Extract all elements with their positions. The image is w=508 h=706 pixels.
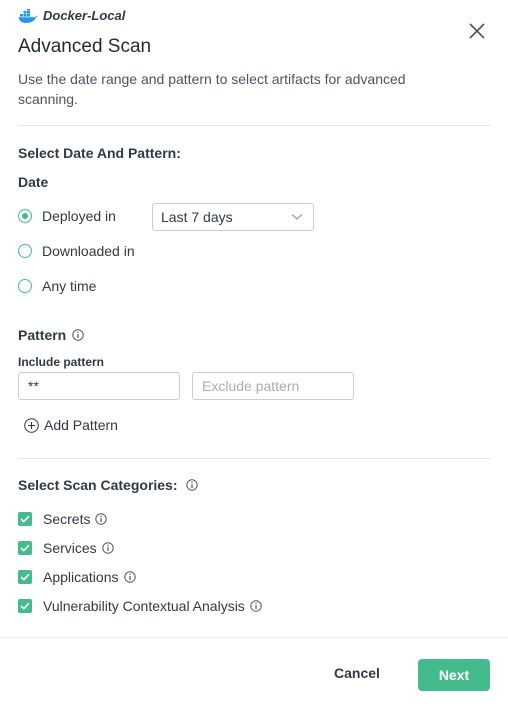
info-icon xyxy=(72,329,84,341)
date-pattern-section-title: Select Date And Pattern: xyxy=(18,145,181,161)
include-pattern-label: Include pattern xyxy=(18,355,105,369)
repo-name: Docker-Local xyxy=(43,8,126,23)
add-pattern-label: Add Pattern xyxy=(44,417,118,433)
info-icon xyxy=(101,542,114,554)
add-pattern-button[interactable]: Add Pattern xyxy=(24,417,118,433)
chevron-down-icon xyxy=(291,214,303,220)
close-button[interactable] xyxy=(468,22,486,40)
radio-selected-dot xyxy=(22,213,28,219)
checkbox-services[interactable] xyxy=(18,541,32,555)
divider xyxy=(18,125,490,126)
date-range-value: Last 7 days xyxy=(161,209,233,225)
radio-button[interactable] xyxy=(18,209,32,223)
docker-whale-icon xyxy=(18,8,38,23)
radio-button[interactable] xyxy=(18,244,32,258)
plus-circle-icon xyxy=(24,417,39,433)
footer-divider xyxy=(0,637,508,638)
checkbox-secrets[interactable] xyxy=(18,512,32,526)
category-services: Services xyxy=(18,540,114,556)
category-label: Services xyxy=(43,540,97,556)
radio-label: Any time xyxy=(42,278,97,294)
date-label: Date xyxy=(18,174,49,190)
scan-categories-title: Select Scan Categories: xyxy=(18,477,178,493)
date-range-select[interactable]: Last 7 days xyxy=(152,203,314,231)
scan-categories-header: Select Scan Categories: xyxy=(18,477,198,493)
radio-label: Downloaded in xyxy=(42,243,135,259)
checkbox-vulnerability-contextual-analysis[interactable] xyxy=(18,599,32,613)
checkmark-icon xyxy=(20,573,30,581)
category-secrets: Secrets xyxy=(18,511,108,527)
category-label: Vulnerability Contextual Analysis xyxy=(43,598,245,614)
checkmark-icon xyxy=(20,602,30,610)
info-icon xyxy=(95,513,108,525)
category-applications: Applications xyxy=(18,569,136,585)
dialog-title: Advanced Scan xyxy=(18,36,152,57)
category-label: Secrets xyxy=(43,511,91,527)
radio-downloaded-in[interactable]: Downloaded in xyxy=(18,243,135,259)
checkbox-applications[interactable] xyxy=(18,570,32,584)
pattern-label: Pattern xyxy=(18,327,67,343)
dialog-description: Use the date range and pattern to select… xyxy=(18,71,406,107)
include-pattern-input[interactable] xyxy=(18,372,180,400)
radio-any-time[interactable]: Any time xyxy=(18,278,96,294)
info-icon xyxy=(123,571,136,583)
category-vulnerability-contextual-analysis: Vulnerability Contextual Analysis xyxy=(18,598,262,614)
checkmark-icon xyxy=(20,515,30,523)
info-icon xyxy=(250,600,262,612)
pattern-header: Pattern xyxy=(18,327,84,343)
exclude-pattern-input[interactable] xyxy=(192,372,354,400)
divider xyxy=(18,458,490,459)
radio-button[interactable] xyxy=(18,279,32,293)
info-icon xyxy=(185,479,198,491)
radio-deployed-in[interactable]: Deployed in xyxy=(18,208,116,224)
checkmark-icon xyxy=(20,544,30,552)
radio-label: Deployed in xyxy=(42,208,116,224)
cancel-button[interactable]: Cancel xyxy=(334,665,380,681)
category-label: Applications xyxy=(43,569,119,585)
next-button[interactable]: Next xyxy=(418,659,490,691)
close-icon xyxy=(469,23,485,39)
repo-header: Docker-Local xyxy=(18,8,125,23)
